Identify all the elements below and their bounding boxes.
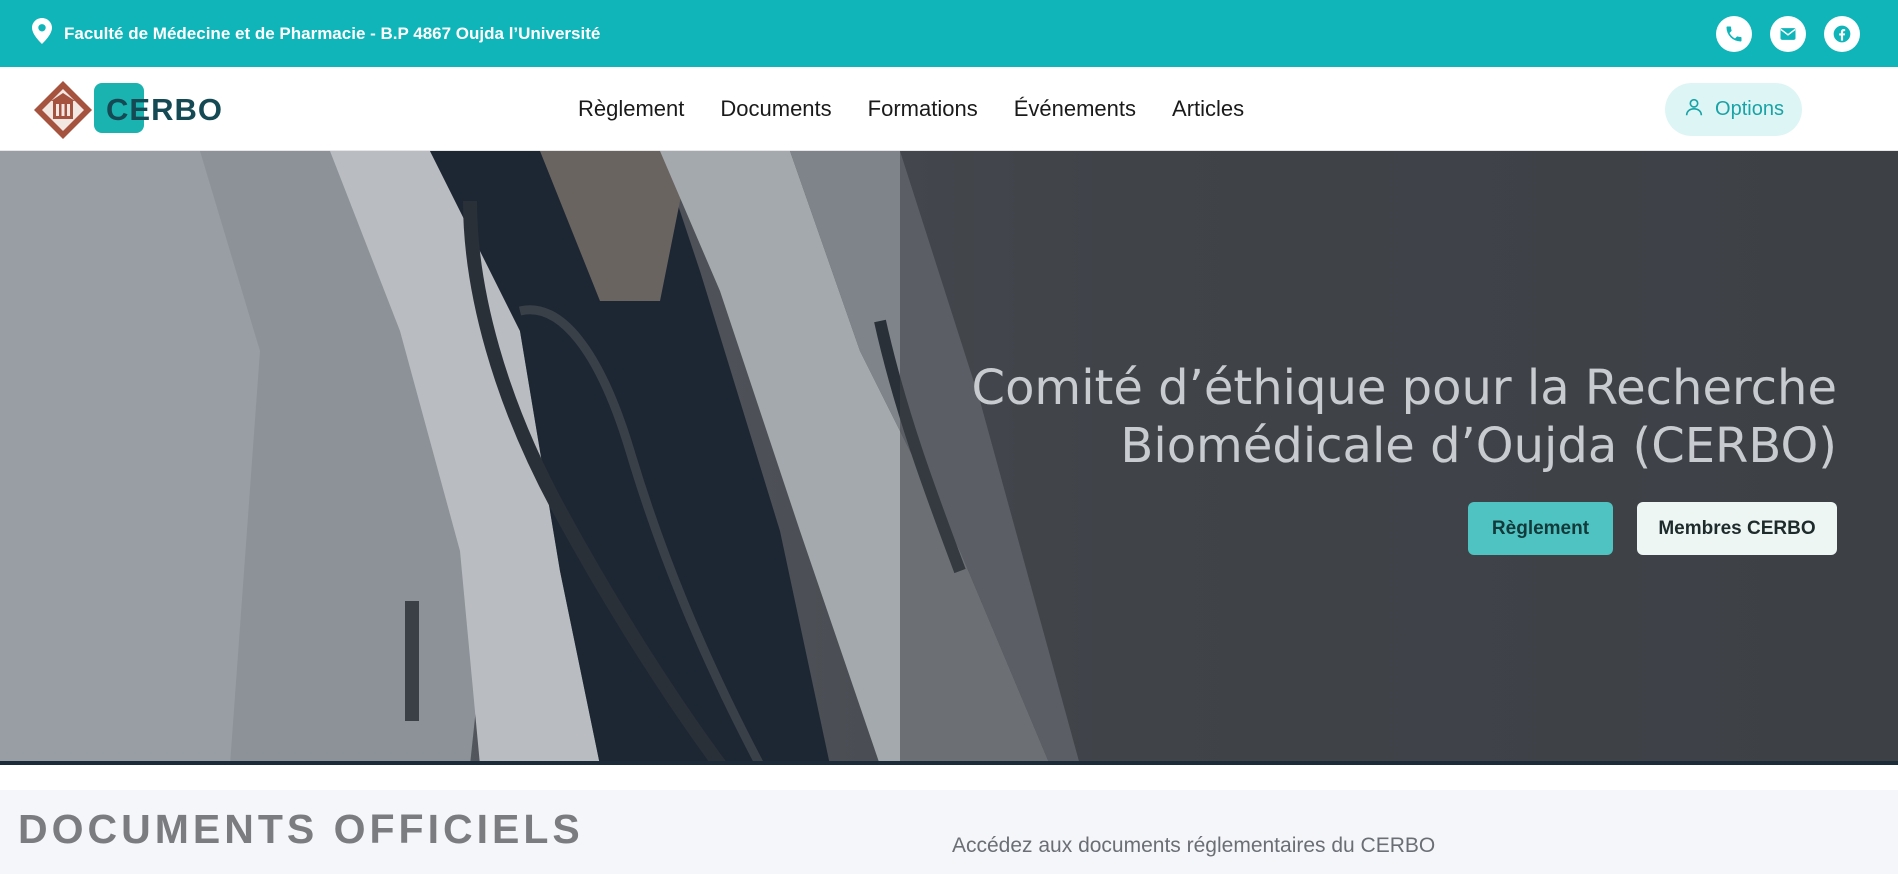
address-text: Faculté de Médecine et de Pharmacie - B.… (64, 23, 601, 43)
nav-item-articles[interactable]: Articles (1172, 96, 1244, 122)
reglement-button[interactable]: Règlement (1468, 502, 1613, 555)
social-links (1716, 15, 1866, 52)
nav-item-formations[interactable]: Formations (868, 96, 978, 122)
hero-title: Comité d’éthique pour la Recherche Biomé… (972, 359, 1837, 475)
documents-subtitle: Accédez aux documents réglementaires du … (952, 834, 1436, 857)
hero-banner: Comité d’éthique pour la Recherche Biomé… (0, 151, 1898, 765)
mail-icon[interactable] (1770, 15, 1806, 52)
logo-text[interactable]: CERBO (106, 92, 223, 128)
faculty-emblem-icon (32, 79, 94, 141)
address-block: Faculté de Médecine et de Pharmacie - B.… (32, 18, 600, 49)
nav-item-reglement[interactable]: Règlement (578, 96, 684, 122)
site-logo[interactable] (32, 79, 94, 141)
options-label: Options (1715, 98, 1784, 120)
nav-item-evenements[interactable]: Événements (1014, 96, 1136, 122)
nav-menu: Règlement Documents Formations Événement… (578, 67, 1244, 151)
membres-cerbo-button[interactable]: Membres CERBO (1637, 502, 1837, 555)
user-icon (1683, 96, 1705, 124)
hero-actions: Règlement Membres CERBO (1468, 502, 1837, 555)
documents-section: DOCUMENTS OFFICIELS Accédez aux document… (0, 790, 1898, 874)
main-navbar: CERBO Règlement Documents Formations Évé… (0, 67, 1898, 151)
documents-title: DOCUMENTS OFFICIELS (18, 806, 584, 852)
phone-icon[interactable] (1716, 15, 1752, 52)
facebook-icon[interactable] (1824, 15, 1860, 52)
location-pin-icon (32, 18, 52, 49)
options-button[interactable]: Options (1665, 83, 1802, 136)
hero-title-line-1: Comité d’éthique pour la Recherche (971, 360, 1837, 416)
hero-title-line-2: Biomédicale d’Oujda (CERBO) (1120, 418, 1837, 474)
nav-item-documents[interactable]: Documents (720, 96, 831, 122)
top-bar: Faculté de Médecine et de Pharmacie - B.… (0, 0, 1898, 67)
